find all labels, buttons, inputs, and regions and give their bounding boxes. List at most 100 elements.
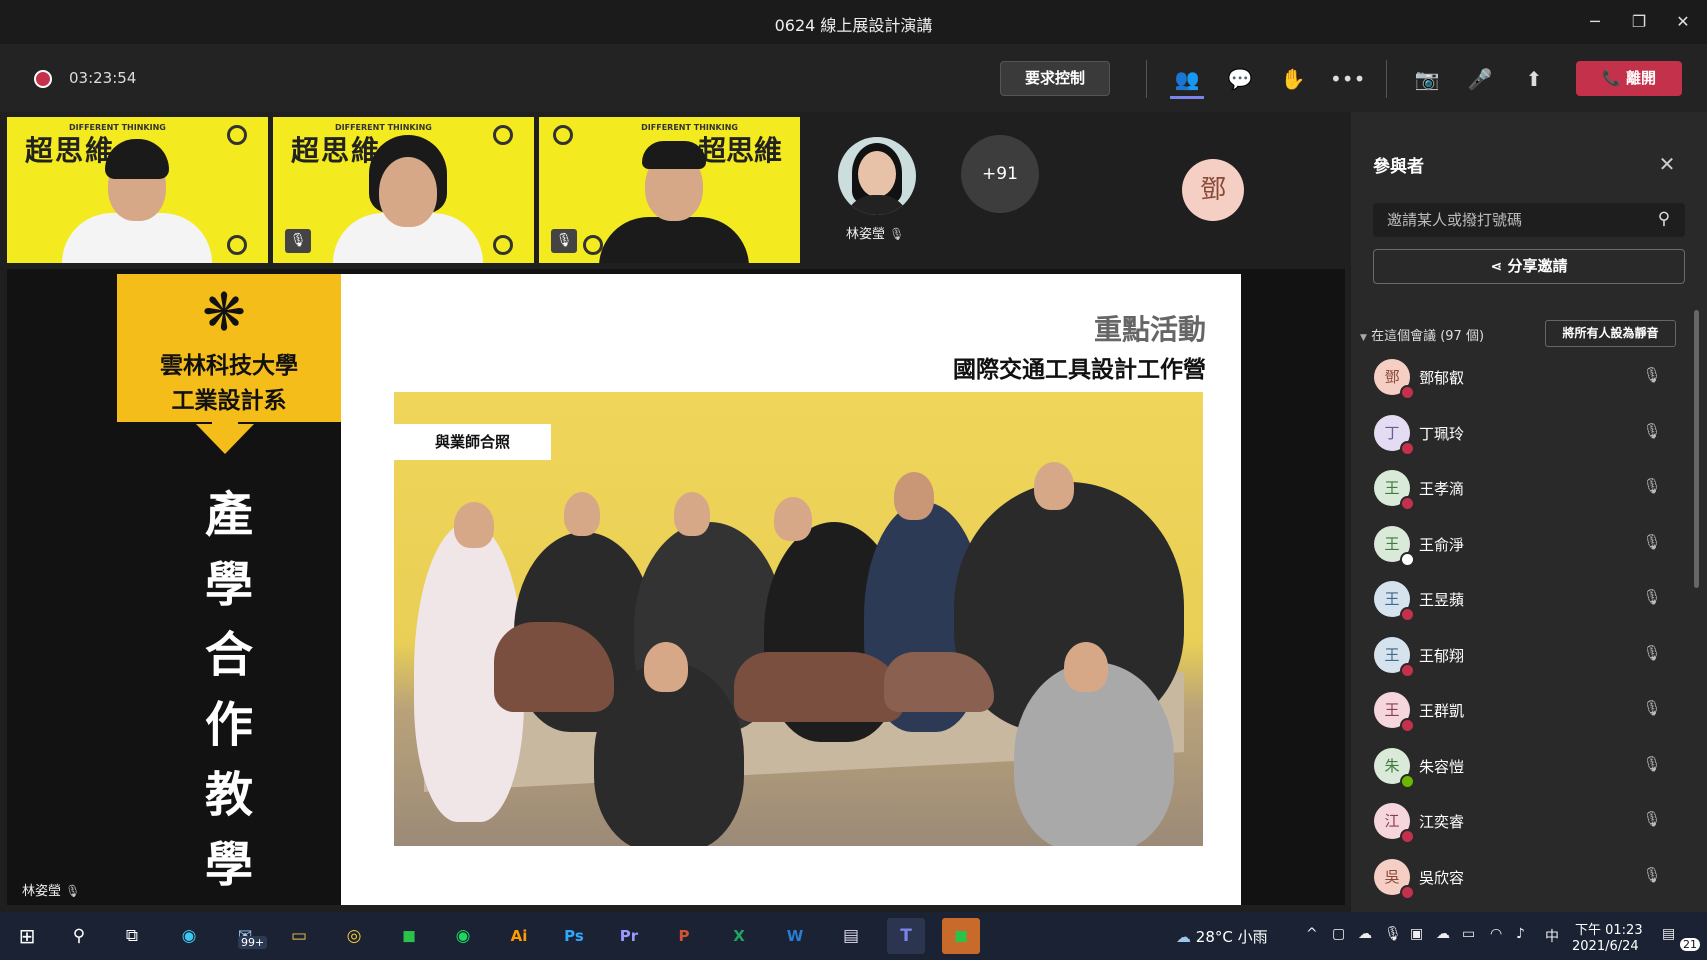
search-icon[interactable]: ⚲ bbox=[60, 918, 98, 954]
camera-off-icon[interactable]: 📷 bbox=[1410, 64, 1444, 94]
arrow-down-icon bbox=[196, 424, 254, 454]
ime-indicator[interactable]: 中 bbox=[1545, 926, 1559, 946]
decor-circle bbox=[553, 125, 573, 145]
participant-row[interactable]: 江江奕睿 🎙 bbox=[1351, 794, 1691, 848]
teams-icon[interactable]: T bbox=[887, 918, 925, 954]
mic-off-icon[interactable]: 🎙 bbox=[1641, 644, 1663, 666]
participant-row[interactable]: 王王俞淨 🎙 bbox=[1351, 517, 1691, 571]
excel-icon[interactable]: X bbox=[720, 918, 758, 954]
mic-off-icon[interactable]: 🎙 bbox=[1641, 366, 1663, 388]
video-tile[interactable]: 超思維 DIFFERENT THINKING 🎙 bbox=[539, 117, 800, 263]
more-options-icon[interactable]: ••• bbox=[1330, 64, 1365, 94]
recording-indicator-icon bbox=[34, 70, 52, 88]
mic-off-icon[interactable]: 🎙 bbox=[1641, 866, 1663, 888]
participant-name: 朱容愷 bbox=[1419, 757, 1465, 776]
participant-row[interactable]: 丁丁珮玲 🎙 bbox=[1351, 406, 1691, 460]
chevron-up-icon[interactable]: ^ bbox=[1306, 926, 1318, 942]
weather-widget[interactable]: ☁ 28°C 小雨 bbox=[1176, 926, 1268, 947]
generic-app-icon[interactable]: ▤ bbox=[832, 918, 870, 954]
volume-icon[interactable]: ♪ bbox=[1516, 926, 1525, 942]
participant-video bbox=[333, 117, 483, 263]
slide-vertical-char: 合 bbox=[204, 627, 253, 683]
people-icon[interactable]: 👥 bbox=[1170, 64, 1204, 94]
university-logo-icon: ❋ bbox=[202, 283, 246, 343]
participant-row[interactable]: 王王孝滴 🎙 bbox=[1351, 461, 1691, 515]
close-panel-icon[interactable]: ✕ bbox=[1655, 152, 1679, 176]
mic-off-icon[interactable]: 🎙 bbox=[1641, 755, 1663, 777]
in-meeting-section-toggle[interactable]: ▼ 在這個會議 (97 個) bbox=[1360, 325, 1484, 344]
line-app-active-icon[interactable]: ◼ bbox=[942, 918, 980, 954]
illustrator-icon[interactable]: Ai bbox=[500, 918, 538, 954]
cloud-upload-icon[interactable]: ☁ bbox=[1436, 926, 1450, 942]
line-app-icon[interactable]: ◼ bbox=[390, 918, 428, 954]
slide-vertical-char: 學 bbox=[204, 837, 253, 893]
muted-icon: 🎙 bbox=[285, 229, 311, 253]
edge-browser-icon[interactable]: ◉ bbox=[170, 918, 208, 954]
presence-status-icon bbox=[1400, 607, 1415, 622]
clock-time[interactable]: 下午 01:23 bbox=[1575, 919, 1643, 938]
request-control-button[interactable]: 要求控制 bbox=[1000, 61, 1110, 96]
chat-icon[interactable]: 💬 bbox=[1223, 64, 1257, 94]
slide-vertical-char: 學 bbox=[204, 557, 253, 613]
photoshop-icon[interactable]: Ps bbox=[555, 918, 593, 954]
battery-icon[interactable]: ▭ bbox=[1462, 926, 1475, 942]
restore-button[interactable]: ❐ bbox=[1622, 10, 1656, 34]
presence-status-icon bbox=[1400, 440, 1415, 456]
notification-icon[interactable]: ▤ bbox=[1662, 926, 1675, 942]
slide-university: 雲林科技大學 bbox=[160, 353, 298, 379]
participant-row[interactable]: 吳吳欣容 🎙 bbox=[1351, 850, 1691, 904]
close-window-button[interactable]: ✕ bbox=[1666, 10, 1700, 34]
weather-text: 28°C 小雨 bbox=[1195, 928, 1268, 946]
mic-off-icon[interactable]: 🎙 bbox=[1641, 699, 1663, 721]
mic-off-icon[interactable]: 🎙 bbox=[1641, 422, 1663, 444]
cloud-rain-icon: ☁ bbox=[1176, 928, 1191, 946]
mute-all-button[interactable]: 將所有人設為靜音 bbox=[1545, 320, 1676, 347]
wifi-icon[interactable]: ◠ bbox=[1490, 926, 1502, 942]
search-icon[interactable]: ⚲ bbox=[1652, 209, 1676, 231]
leave-button[interactable]: 📞 離開 bbox=[1576, 61, 1682, 96]
windows-start-icon[interactable]: ⊞ bbox=[8, 918, 46, 954]
phone-hangup-icon: 📞 bbox=[1602, 69, 1621, 87]
mic-off-icon[interactable]: 🎙 bbox=[1641, 810, 1663, 832]
presence-status-icon bbox=[1400, 551, 1415, 567]
participant-row[interactable]: 鄧鄧郁叡 🎙 bbox=[1351, 350, 1691, 404]
slide-kicker: 重點活動 bbox=[1093, 313, 1206, 346]
decor-circle bbox=[493, 235, 513, 255]
more-participants-badge[interactable]: +91 bbox=[961, 135, 1039, 213]
participant-row[interactable]: 王王昱蘋 🎙 bbox=[1351, 572, 1691, 626]
leave-label: 離開 bbox=[1625, 69, 1656, 87]
video-tile[interactable]: 超思維 DIFFERENT THINKING 🎙 bbox=[273, 117, 534, 263]
cloud-icon[interactable]: ☁ bbox=[1358, 926, 1372, 942]
spotify-icon[interactable]: ◉ bbox=[444, 918, 482, 954]
mic-icon[interactable]: 🎙 bbox=[1384, 926, 1402, 942]
tray-app-icon[interactable]: ▣ bbox=[1410, 926, 1423, 942]
tray-app-icon[interactable]: ▢ bbox=[1332, 926, 1345, 942]
video-tile[interactable]: 超思維 DIFFERENT THINKING bbox=[7, 117, 268, 263]
presence-status-icon bbox=[1400, 496, 1415, 511]
participant-video bbox=[62, 117, 212, 263]
toolbar-divider bbox=[1386, 60, 1387, 98]
mic-off-icon[interactable]: 🎤 bbox=[1463, 64, 1497, 94]
mic-off-icon[interactable]: 🎙 bbox=[1641, 533, 1663, 555]
clock-date[interactable]: 2021/6/24 bbox=[1572, 939, 1639, 954]
slide-vertical-char: 作 bbox=[204, 697, 253, 753]
file-explorer-icon[interactable]: ▭ bbox=[280, 918, 318, 954]
participant-list-scrollbar[interactable] bbox=[1694, 310, 1699, 588]
invite-search-input[interactable] bbox=[1373, 203, 1685, 237]
word-icon[interactable]: W bbox=[776, 918, 814, 954]
premiere-icon[interactable]: Pr bbox=[610, 918, 648, 954]
minimize-button[interactable]: ─ bbox=[1578, 10, 1612, 34]
participant-row[interactable]: 王王群凱 🎙 bbox=[1351, 683, 1691, 737]
slide-vertical-char: 教 bbox=[204, 767, 253, 823]
mic-off-icon[interactable]: 🎙 bbox=[1641, 477, 1663, 499]
share-screen-icon[interactable]: ⬆ bbox=[1517, 64, 1551, 94]
task-view-icon[interactable]: ⧉ bbox=[113, 918, 151, 954]
mic-off-icon[interactable]: 🎙 bbox=[1641, 588, 1663, 610]
presence-status-icon bbox=[1400, 773, 1415, 789]
chrome-icon[interactable]: ◎ bbox=[335, 918, 373, 954]
participant-row[interactable]: 王王郁翔 🎙 bbox=[1351, 628, 1691, 682]
share-invite-button[interactable]: ⋖ 分享邀請 bbox=[1373, 249, 1685, 284]
powerpoint-icon[interactable]: P bbox=[665, 918, 703, 954]
participant-row[interactable]: 朱朱容愷 🎙 bbox=[1351, 739, 1691, 793]
raise-hand-icon[interactable]: ✋ bbox=[1276, 64, 1310, 94]
